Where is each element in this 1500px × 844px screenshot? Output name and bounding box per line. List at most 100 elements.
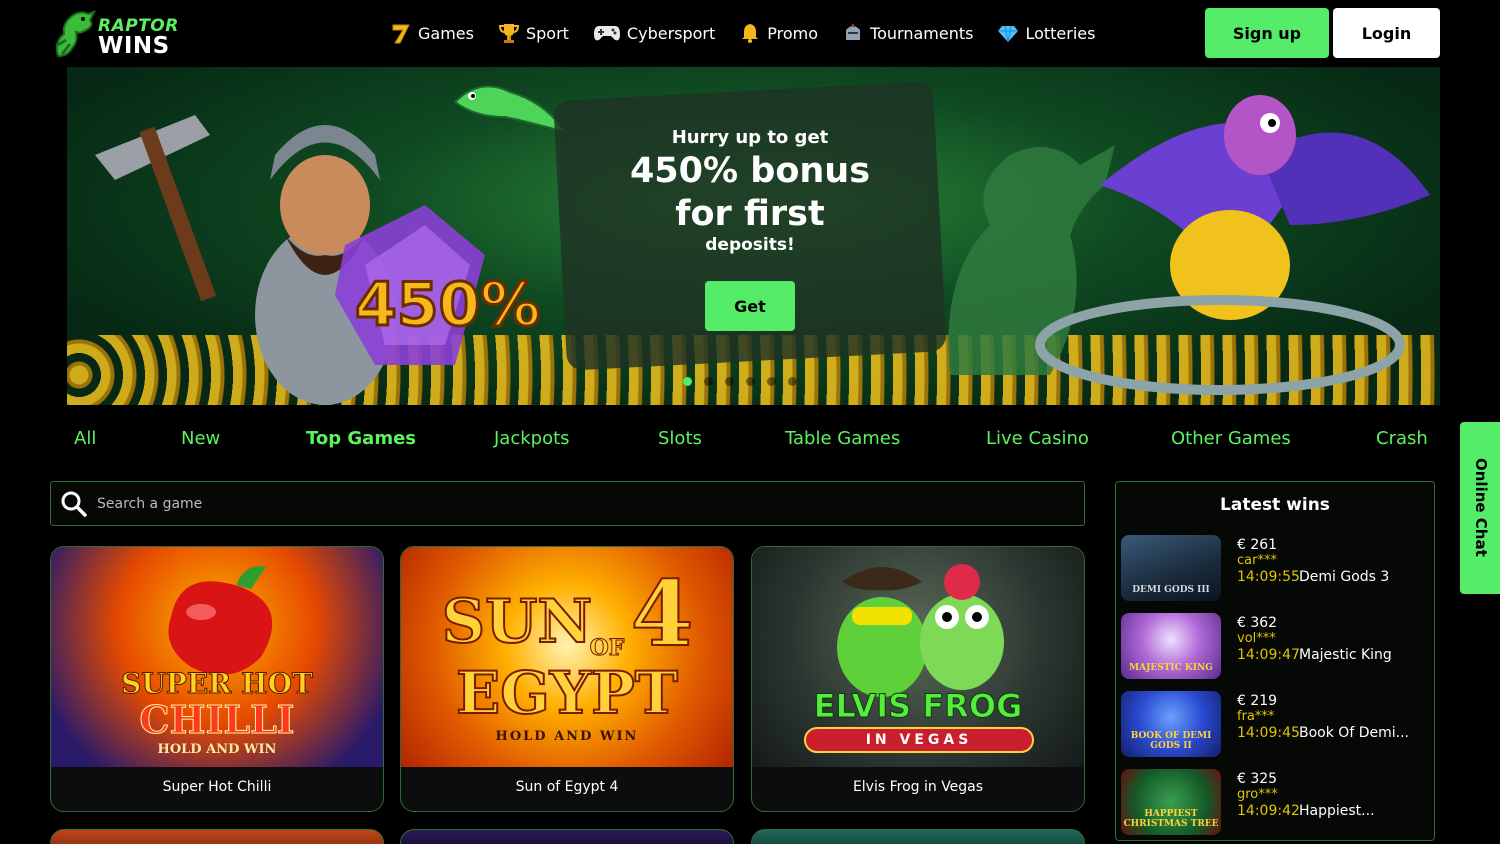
nav-promo-label: Promo [767, 23, 819, 43]
brand-logo[interactable]: RAPTOR WINS [50, 6, 185, 62]
game-art-title-2: EGYPT [455, 658, 679, 728]
knight-helmet-icon [842, 22, 864, 44]
nav-cybersport[interactable]: Cybersport [593, 22, 715, 44]
nav-promo[interactable]: Promo [739, 22, 818, 44]
nav-games[interactable]: Games [390, 22, 474, 44]
game-thumbnail: SUPER HOT CHILLI HOLD AND WIN [51, 547, 383, 767]
tab-top-games[interactable]: Top Games [306, 428, 416, 449]
win-game-name: Book Of Demi... [1299, 725, 1409, 741]
carousel-dot[interactable] [788, 377, 797, 386]
win-amount: € 325 [1237, 771, 1278, 787]
win-item[interactable]: DEMI GODS III € 261 car*** 14:09:55 Demi… [1121, 535, 1431, 603]
game-name: Super Hot Chilli [162, 779, 272, 795]
nav-cybersport-label: Cybersport [626, 23, 716, 43]
game-name: Sun of Egypt 4 [515, 779, 619, 795]
bonus-title-line2: for first [675, 194, 825, 234]
search-icon [61, 491, 87, 517]
tab-new[interactable]: New [181, 428, 220, 449]
carousel-dot[interactable] [767, 377, 776, 386]
dinosaur-and-parrot-illustration [948, 95, 1430, 395]
game-art-title-1: ELVIS FROG [813, 687, 1023, 726]
tab-other-games[interactable]: Other Games [1171, 428, 1291, 449]
carousel-dot[interactable] [725, 377, 734, 386]
nav-sport[interactable]: Sport [498, 22, 569, 44]
win-time: 14:09:55 [1237, 569, 1300, 585]
win-amount: € 219 [1237, 693, 1278, 709]
carousel-dots [683, 377, 809, 386]
tab-jackpots[interactable]: Jackpots [494, 428, 570, 449]
trophy-icon [498, 22, 520, 44]
win-time: 14:09:47 [1237, 647, 1300, 663]
win-user: fra*** [1237, 709, 1275, 724]
signup-button[interactable]: Sign up [1205, 8, 1329, 58]
latest-wins-panel: Latest wins DEMI GODS III € 261 car*** 1… [1115, 481, 1435, 841]
win-thumb-label: BOOK OF DEMI GODS II [1130, 731, 1212, 751]
win-amount: € 362 [1237, 615, 1278, 631]
carousel-dot[interactable] [746, 377, 755, 386]
raptor-logo-icon [55, 10, 96, 58]
game-card-partial[interactable] [751, 829, 1085, 844]
win-item[interactable]: MAJESTIC KING € 362 vol*** 14:09:47 Maje… [1121, 613, 1431, 681]
bonus-title-line1: 450% bonus [629, 151, 871, 191]
game-card-elvis-frog-in-vegas[interactable]: ELVIS FROG IN VEGAS Elvis Frog in Vegas [751, 546, 1085, 812]
win-thumb-label: MAJESTIC KING [1129, 663, 1213, 673]
win-time: 14:09:42 [1237, 803, 1300, 819]
nav-lotteries[interactable]: Lotteries [997, 22, 1095, 44]
win-game-name: Happiest... [1299, 803, 1375, 819]
frogs-illustration [837, 564, 1004, 697]
win-game-thumbnail: BOOK OF DEMI GODS II [1121, 691, 1221, 757]
bonus-subtitle: Hurry up to get [671, 127, 829, 148]
win-item[interactable]: BOOK OF DEMI GODS II € 219 fra*** 14:09:… [1121, 691, 1431, 759]
online-chat-label: Online Chat [1472, 458, 1490, 557]
game-art-title-2: CHILLI [139, 697, 295, 743]
bonus-subtitle-deposits: deposits! [705, 235, 795, 255]
bell-icon [739, 22, 761, 44]
game-thumbnail: SUN 4 OF EGYPT HOLD AND WIN [401, 547, 733, 767]
tab-slots[interactable]: Slots [658, 428, 702, 449]
tab-table-games[interactable]: Table Games [785, 428, 900, 449]
win-game-thumbnail: DEMI GODS III [1121, 535, 1221, 601]
win-game-thumbnail: MAJESTIC KING [1121, 613, 1221, 679]
game-card-partial[interactable] [400, 829, 734, 844]
search-input[interactable] [97, 482, 1077, 525]
online-chat-button[interactable]: Online Chat [1460, 422, 1500, 594]
game-name: Elvis Frog in Vegas [852, 779, 984, 795]
logo-text-wins: WINS [98, 33, 170, 59]
game-card-super-hot-chilli[interactable]: SUPER HOT CHILLI HOLD AND WIN Super Hot … [50, 546, 384, 812]
win-item[interactable]: HAPPIEST CHRISTMAS TREE € 325 gro*** 14:… [1121, 769, 1431, 837]
category-tabs: All New Top Games Jackpots Slots Table G… [50, 428, 1450, 454]
game-thumbnail: ELVIS FROG IN VEGAS [752, 547, 1084, 767]
win-time: 14:09:45 [1237, 725, 1300, 741]
win-game-thumbnail: HAPPIEST CHRISTMAS TREE [1121, 769, 1221, 835]
win-game-name: Majestic King [1299, 647, 1392, 663]
tab-live-casino[interactable]: Live Casino [986, 428, 1089, 449]
game-search [50, 481, 1085, 526]
carousel-dot[interactable] [683, 377, 692, 386]
win-user: car*** [1237, 553, 1277, 568]
gamepad-icon [593, 22, 621, 44]
nav-games-label: Games [418, 23, 474, 43]
login-button[interactable]: Login [1333, 8, 1440, 58]
game-card-sun-of-egypt-4[interactable]: SUN 4 OF EGYPT HOLD AND WIN Sun of Egypt… [400, 546, 734, 812]
win-user: vol*** [1237, 631, 1276, 646]
bonus-badge-text: 450% [355, 270, 540, 340]
lizard-illustration [453, 85, 568, 134]
win-amount: € 261 [1237, 537, 1278, 553]
carousel-dot[interactable] [704, 377, 713, 386]
tab-all[interactable]: All [74, 428, 96, 449]
tab-crash[interactable]: Crash [1376, 428, 1428, 449]
game-art-title-1: SUPER HOT [121, 667, 314, 701]
main-nav: Games Sport Cybersport Promo Tournaments… [390, 18, 1119, 48]
game-card-partial[interactable] [50, 829, 384, 844]
nav-tournaments[interactable]: Tournaments [842, 22, 973, 44]
nav-tournaments-label: Tournaments [870, 23, 974, 43]
win-thumb-label: HAPPIEST CHRISTMAS TREE [1123, 809, 1219, 829]
seven-icon [390, 22, 412, 44]
diamond-icon [997, 22, 1019, 44]
get-bonus-button[interactable]: Get [705, 281, 795, 331]
win-user: gro*** [1237, 787, 1278, 802]
site-header: RAPTOR WINS Games Sport Cybersport Promo… [0, 0, 1500, 66]
win-thumb-label: DEMI GODS III [1132, 585, 1210, 595]
game-art-subtitle: HOLD AND WIN [495, 729, 639, 744]
latest-wins-title: Latest wins [1220, 495, 1330, 515]
